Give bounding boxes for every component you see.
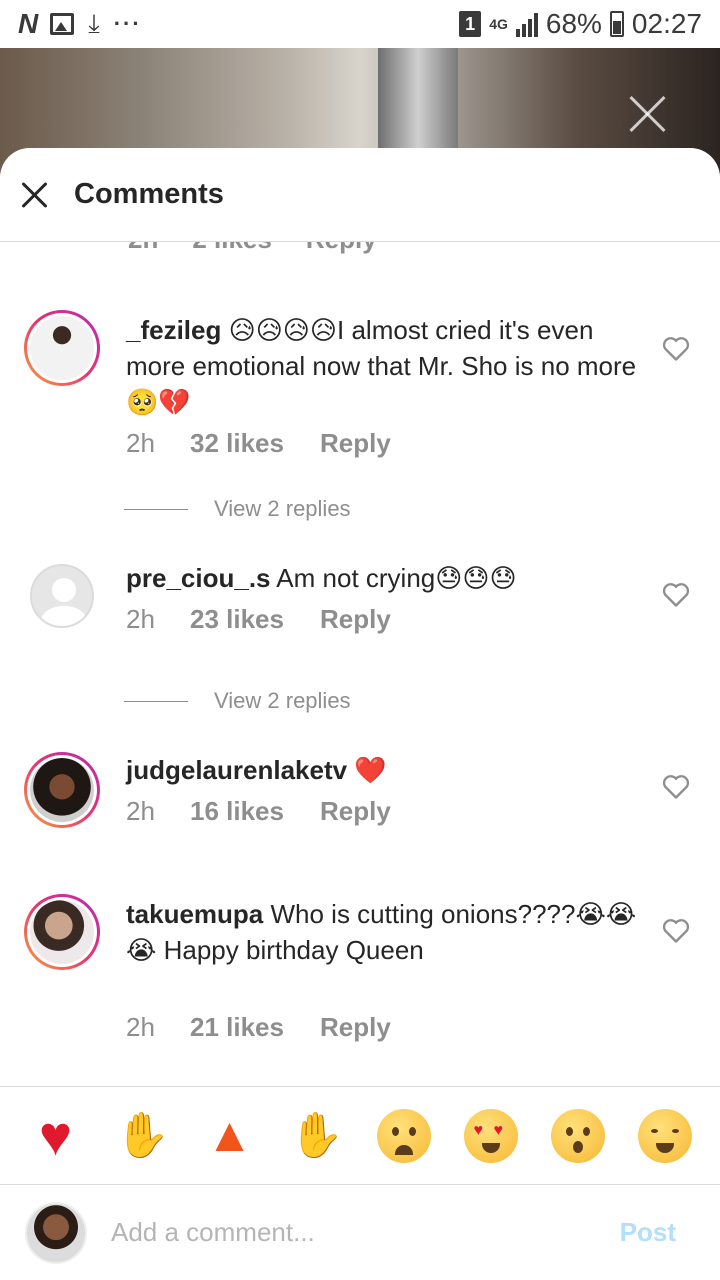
avatar[interactable] xyxy=(24,894,100,970)
comment-likes[interactable]: 23 likes xyxy=(190,604,320,635)
comment-time: 2h xyxy=(126,1012,155,1042)
signal-icon xyxy=(515,11,538,37)
quick-reactions-bar: ♥ ✋ ▲ ✋ ♥ ♥ xyxy=(0,1086,720,1184)
download-icon: ⤓ xyxy=(88,8,100,38)
like-heart-icon[interactable] xyxy=(662,582,690,608)
network-type-label: 4G xyxy=(489,16,508,32)
view-replies-label[interactable]: View 2 replies xyxy=(214,496,351,522)
like-heart-icon[interactable] xyxy=(662,774,690,800)
comment-composer: Add a comment... Post xyxy=(0,1184,720,1280)
reply-button[interactable]: Reply xyxy=(320,604,391,635)
comment-time: 2h xyxy=(126,796,155,826)
avatar[interactable] xyxy=(24,752,100,828)
battery-percent: 68% xyxy=(545,8,602,39)
view-replies-label[interactable]: View 2 replies xyxy=(214,688,351,714)
comment-likes[interactable]: 32 likes xyxy=(190,428,320,459)
comment-username[interactable]: _fezileg xyxy=(126,315,221,345)
close-icon[interactable] xyxy=(21,181,49,209)
view-replies-line xyxy=(124,508,188,510)
default-avatar-body xyxy=(41,606,87,626)
comment-text: ❤️ xyxy=(347,755,387,785)
comment-time: 2h xyxy=(126,604,155,634)
avatar[interactable] xyxy=(24,310,100,386)
netflix-notification-icon: N xyxy=(18,8,38,39)
view-replies[interactable]: View 2 replies xyxy=(124,496,351,522)
comment-meta: 2h 16 likes Reply xyxy=(126,796,391,827)
post-button[interactable]: Post xyxy=(620,1217,676,1248)
comment-body: _fezileg 😥😥😥😥I almost cried it's even mo… xyxy=(126,312,646,420)
clock: 02:27 xyxy=(631,8,702,39)
avatar[interactable] xyxy=(30,564,94,628)
comment-body: takuemupa Who is cutting onions????😭😭😭 H… xyxy=(126,896,646,968)
comment-username[interactable]: judgelaurenlaketv xyxy=(126,755,347,785)
comment-text: Am not crying😓😓😓 xyxy=(270,563,517,593)
sheet-header: Comments xyxy=(0,148,720,242)
like-heart-icon[interactable] xyxy=(662,336,690,362)
fire-reaction-icon[interactable]: ▲ xyxy=(201,1107,259,1165)
comment-body: judgelaurenlaketv ❤️ xyxy=(126,752,646,788)
view-replies-line xyxy=(124,700,188,702)
comment-username[interactable]: takuemupa xyxy=(126,899,263,929)
comment-username[interactable]: pre_ciou_.s xyxy=(126,563,271,593)
comment-meta: 2h 21 likes Reply xyxy=(126,1012,391,1043)
comment-meta: 2h 32 likes Reply xyxy=(126,428,391,459)
reply-button[interactable]: Reply xyxy=(320,1012,391,1043)
comment-body: pre_ciou_.s Am not crying😓😓😓 xyxy=(126,560,646,596)
reply-button[interactable]: Reply xyxy=(320,796,391,827)
like-heart-icon[interactable] xyxy=(662,918,690,944)
comment-likes[interactable]: 16 likes xyxy=(190,796,320,827)
sad-face-reaction-icon[interactable] xyxy=(375,1107,433,1165)
heart-reaction-icon[interactable]: ♥ xyxy=(27,1106,85,1165)
comment-time: 2h xyxy=(126,428,155,458)
sim-indicator: 1 xyxy=(459,11,482,37)
battery-icon xyxy=(609,11,624,37)
raised-hands-reaction-icon[interactable]: ✋ xyxy=(114,1107,172,1165)
surprised-face-reaction-icon[interactable] xyxy=(549,1107,607,1165)
default-avatar-head xyxy=(52,578,76,602)
page-title: Comments xyxy=(74,178,224,210)
more-notifications-icon: ··· xyxy=(113,11,142,36)
reply-button[interactable]: Reply xyxy=(320,428,391,459)
view-replies[interactable]: View 2 replies xyxy=(124,688,351,714)
tears-of-joy-reaction-icon[interactable] xyxy=(636,1107,694,1165)
comment-meta: 2h 23 likes Reply xyxy=(126,604,391,635)
avatar xyxy=(25,1201,87,1264)
image-notification-icon xyxy=(50,13,75,35)
clapping-hands-reaction-icon[interactable]: ✋ xyxy=(288,1107,346,1165)
heart-eyes-reaction-icon[interactable]: ♥ ♥ xyxy=(462,1107,520,1165)
video-close-icon[interactable] xyxy=(628,94,668,134)
comment-input[interactable]: Add a comment... xyxy=(111,1217,571,1248)
status-bar: N ⤓ ··· 1 4G 68% 02:27 xyxy=(0,0,720,48)
comment-likes[interactable]: 21 likes xyxy=(190,1012,320,1043)
